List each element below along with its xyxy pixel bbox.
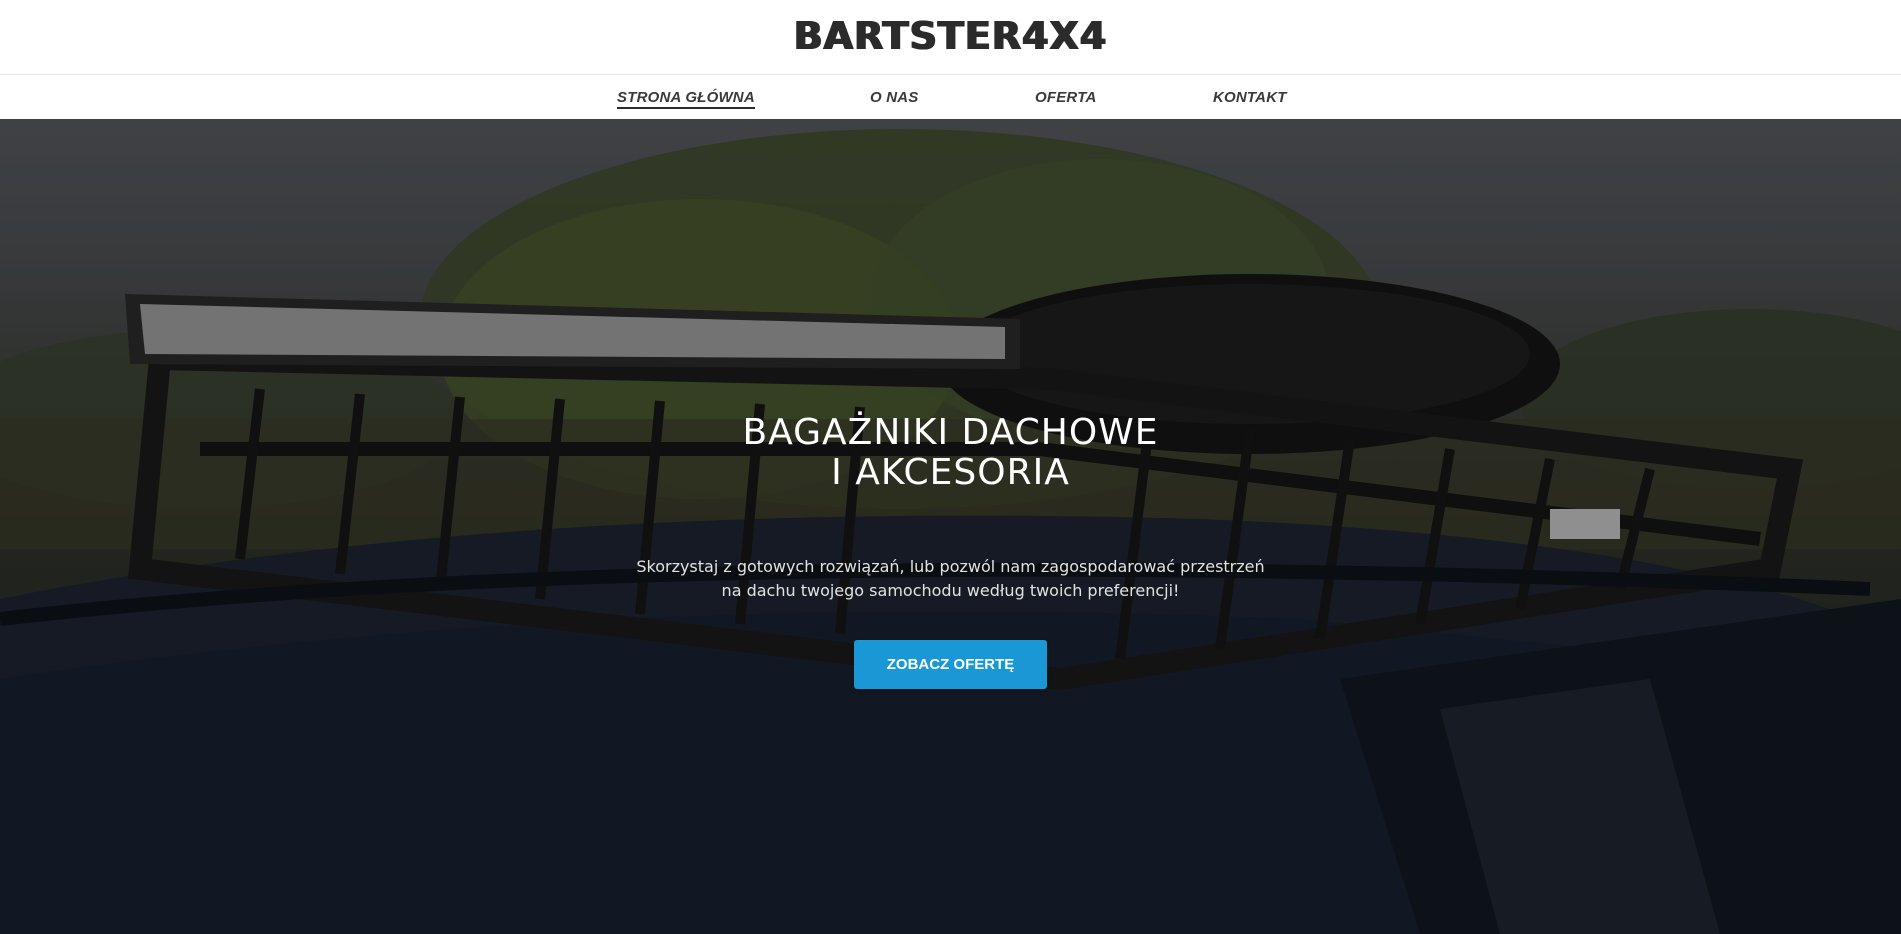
hero-overlay (0, 119, 1901, 934)
hero-title: BAGAŻNIKI DACHOWE I AKCESORIA (0, 413, 1901, 493)
hero-title-line-2: I AKCESORIA (831, 452, 1070, 493)
nav-item-home[interactable]: STRONA GŁÓWNA (617, 89, 755, 109)
nav-item-contact[interactable]: KONTAKT (1213, 89, 1287, 106)
nav-item-about[interactable]: O NAS (870, 89, 919, 106)
hero-subtitle-line-1: Skorzystaj z gotowych rozwiązań, lub poz… (636, 557, 1265, 576)
site-logo[interactable]: BARTSTER4X4 (794, 14, 1108, 58)
see-offer-button[interactable]: ZOBACZ OFERTĘ (854, 640, 1047, 689)
hero-subtitle: Skorzystaj z gotowych rozwiązań, lub poz… (0, 555, 1901, 603)
hero-title-line-1: BAGAŻNIKI DACHOWE (742, 412, 1159, 453)
hero-subtitle-line-2: na dachu twojego samochodu według twoich… (721, 581, 1180, 600)
site-header: BARTSTER4X4 (0, 0, 1901, 75)
nav-item-offer[interactable]: OFERTA (1035, 89, 1096, 106)
main-nav: STRONA GŁÓWNA O NAS OFERTA KONTAKT (0, 75, 1901, 119)
hero-section: BAGAŻNIKI DACHOWE I AKCESORIA Skorzystaj… (0, 119, 1901, 934)
